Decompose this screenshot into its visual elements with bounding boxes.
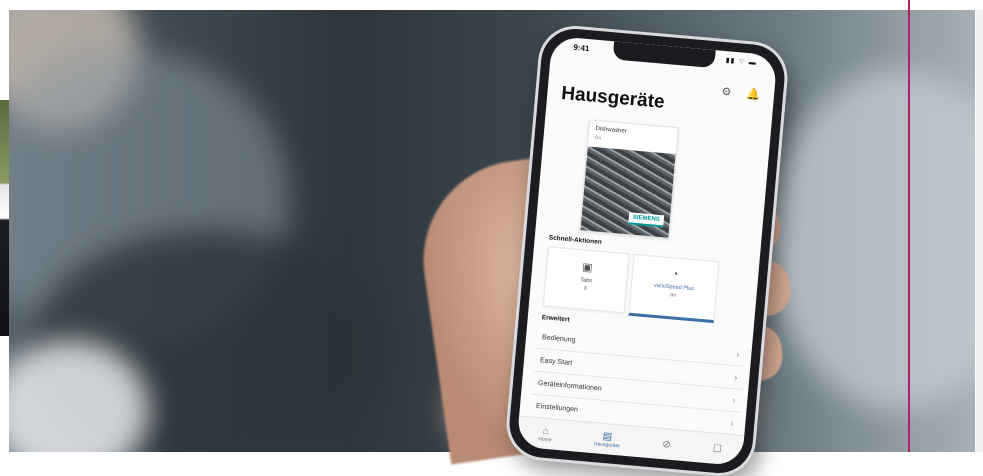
list-item-label: Einstellungen — [535, 402, 579, 414]
tab-home[interactable]: ⌂ Home — [538, 425, 553, 443]
right-margin — [976, 10, 983, 452]
chevron-right-icon: › — [729, 417, 734, 429]
page-title: Hausgeräte — [560, 82, 666, 113]
chevron-right-icon: › — [735, 349, 740, 360]
list-item-label: Easy Start — [539, 356, 573, 367]
status-time: 9:41 — [573, 42, 590, 54]
compass-icon: ⊘ — [661, 438, 672, 451]
settings-icon[interactable]: ⚙ — [721, 86, 732, 99]
bell-icon[interactable]: 🔔 — [746, 88, 761, 101]
quick-actions-heading: Schnell-Aktionen — [548, 234, 602, 247]
phone-screen: 9:41 ▮▮ ⌔ ▬ ⚙ 🔔 Hausgeräte Dishwasher On… — [516, 35, 778, 467]
tab-discover[interactable]: ⊘ — [662, 439, 671, 451]
chevron-right-icon: › — [731, 395, 736, 406]
profile-icon: ☐ — [712, 443, 723, 455]
quick-action-variospeed[interactable]: ◔ varioSpeed Plus an — [628, 253, 720, 324]
status-icons: ▮▮ ⌔ ▬ — [725, 57, 758, 67]
adjacent-photo-strip — [0, 100, 9, 336]
header-actions: ⚙ 🔔 — [709, 84, 761, 101]
frame-guide-line — [908, 0, 910, 452]
tab-label: Hausgeräte — [593, 440, 620, 449]
smartphone: 9:41 ▮▮ ⌔ ▬ ⚙ 🔔 Hausgeräte Dishwasher On… — [506, 26, 788, 476]
tab-label: Home — [538, 435, 552, 443]
appliance-name: Dishwasher — [595, 126, 627, 135]
appliance-status: On — [594, 135, 602, 142]
appliance-card[interactable]: Dishwasher On SIEMENS — [579, 119, 679, 239]
tabs-icon: ▣ — [581, 261, 594, 275]
extended-heading: Erweitert — [541, 314, 570, 324]
blurred-window — [769, 70, 975, 410]
list-item-label: Geräteinformationen — [537, 379, 602, 393]
list-item-label: Bedienung — [541, 333, 576, 344]
chevron-right-icon: › — [733, 372, 738, 383]
quick-action-tabs[interactable]: ▣ Tabs 8 — [542, 246, 630, 314]
tab-profile[interactable]: ☐ — [712, 443, 722, 455]
phone-notch — [612, 41, 716, 69]
tab-hausgeraete[interactable]: ▤ Hausgeräte — [593, 430, 621, 449]
